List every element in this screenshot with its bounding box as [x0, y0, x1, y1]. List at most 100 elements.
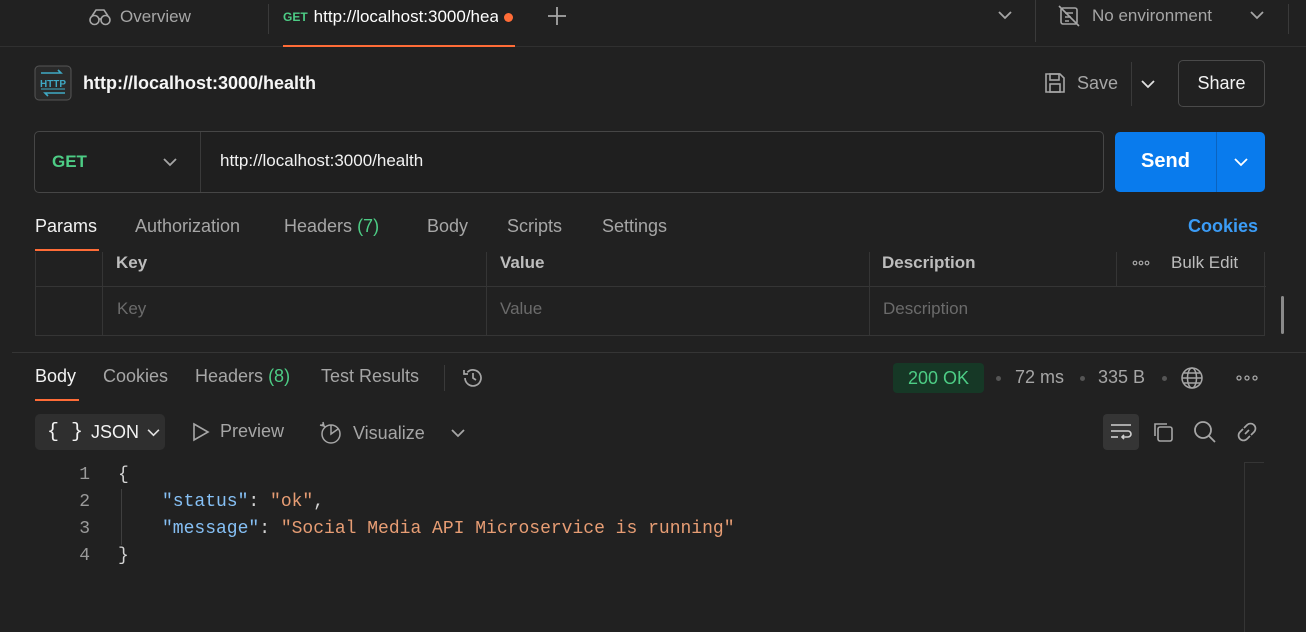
environment-label: No environment [1092, 6, 1213, 25]
response-time[interactable]: 72 ms [1015, 367, 1064, 388]
response-size[interactable]: 335 B [1098, 367, 1145, 388]
save-label: Save [1077, 72, 1119, 93]
json-key-message: "message" [162, 519, 260, 539]
json-key-status: "status" [162, 492, 249, 512]
method-chevron-down-icon [163, 157, 177, 167]
cookies-link[interactable]: Cookies [1188, 216, 1258, 237]
save-options-chevron-down-icon[interactable] [1141, 79, 1155, 89]
code-top-border [1244, 462, 1264, 463]
line-number: 4 [79, 546, 90, 566]
send-button[interactable]: Send [1115, 132, 1265, 192]
format-chevron-down-icon [147, 428, 160, 437]
json-value-status: "ok" [270, 492, 314, 512]
request-title[interactable]: http://localhost:3000/health [83, 73, 316, 94]
resp-tab-headers-label: Headers [195, 366, 264, 386]
send-label: Send [1141, 150, 1190, 172]
send-split-divider [1216, 132, 1217, 192]
preview-label: Preview [220, 421, 285, 441]
right-divider [1288, 4, 1289, 34]
tab-headers-label: Headers [284, 216, 353, 236]
format-select[interactable]: { } JSON [35, 414, 165, 450]
visualize-button[interactable]: Visualize [319, 421, 425, 445]
copy-icon[interactable] [1152, 421, 1174, 443]
json-line-status[interactable]: "status": "ok", [162, 492, 324, 512]
resp-tab-cookies[interactable]: Cookies [103, 366, 168, 387]
resp-tab-headers-count: (8) [268, 366, 291, 386]
url-bar: GET http://localhost:3000/health [34, 131, 1104, 193]
line-number: 3 [79, 519, 90, 539]
share-button[interactable]: Share [1178, 60, 1265, 107]
history-icon[interactable] [461, 366, 485, 390]
method-select[interactable]: GET [35, 132, 201, 192]
column-header-description: Description [882, 253, 976, 272]
bulk-edit-button[interactable]: Bulk Edit [1171, 253, 1238, 273]
resp-tab-test-results[interactable]: Test Results [321, 366, 419, 387]
response-more-options-icon[interactable] [1236, 375, 1258, 381]
tab-settings[interactable]: Settings [602, 216, 667, 237]
search-icon[interactable] [1193, 420, 1217, 444]
indent-guide [121, 489, 122, 545]
tabs-overflow-chevron-down-icon[interactable] [998, 10, 1012, 20]
status-badge[interactable]: 200 OK [893, 363, 984, 393]
param-description-input[interactable]: Description [883, 299, 968, 319]
new-tab-plus-icon[interactable] [547, 6, 567, 26]
visualize-label: Visualize [353, 422, 425, 443]
response-divider[interactable] [12, 352, 1306, 353]
resp-body-tab-underline [35, 399, 79, 401]
params-scrollbar[interactable] [1281, 296, 1284, 334]
tab-headers-count: (7) [357, 216, 380, 236]
tab-method: GET [283, 10, 308, 24]
save-button[interactable]: Save [1043, 71, 1118, 95]
json-colon: : [259, 519, 281, 539]
format-label: JSON [91, 421, 140, 442]
unsaved-dot-icon [503, 12, 513, 22]
visualize-chevron-down-icon[interactable] [451, 428, 465, 438]
tab-scripts[interactable]: Scripts [507, 216, 562, 237]
tab-authorization[interactable]: Authorization [135, 216, 240, 237]
svg-text:HTTP: HTTP [40, 79, 66, 90]
url-input[interactable]: http://localhost:3000/health [220, 151, 1080, 171]
resp-tab-body[interactable]: Body [35, 366, 76, 387]
json-value-message: "Social Media API Microservice is runnin… [280, 519, 735, 539]
column-header-value: Value [500, 253, 545, 272]
http-request-icon: HTTP [34, 65, 72, 101]
overview-icon [88, 7, 112, 27]
method-value: GET [52, 152, 87, 171]
resp-tab-divider [444, 365, 445, 391]
tab-headers[interactable]: Headers (7) [284, 216, 379, 237]
params-tab-underline [35, 249, 99, 251]
tab-body[interactable]: Body [427, 216, 468, 237]
link-icon[interactable] [1235, 420, 1259, 444]
wrap-lines-button[interactable] [1103, 414, 1139, 450]
json-comma: , [313, 492, 325, 512]
save-icon [1043, 71, 1067, 95]
col-divider [869, 252, 870, 336]
tab-active-request[interactable]: GET http://localhost:3000/health [271, 0, 515, 47]
json-line-message[interactable]: "message": "Social Media API Microservic… [162, 519, 735, 539]
meta-dot [996, 376, 1001, 381]
no-environment-icon [1058, 5, 1080, 27]
col-divider [486, 252, 487, 336]
environment-chevron-down-icon[interactable] [1250, 10, 1264, 20]
send-options-chevron-down-icon[interactable] [1234, 157, 1248, 167]
preview-button[interactable]: Preview [192, 421, 284, 442]
save-divider [1131, 62, 1132, 106]
tab-divider [268, 4, 269, 34]
row-divider [36, 286, 1266, 287]
environment-selector[interactable]: No environment [1058, 4, 1212, 28]
code-scrollbar-track[interactable] [1244, 462, 1245, 632]
column-header-key: Key [116, 253, 148, 272]
resp-tab-headers[interactable]: Headers (8) [195, 366, 290, 387]
param-key-input[interactable]: Key [117, 299, 146, 319]
json-close-brace: } [118, 546, 129, 566]
line-number: 2 [79, 492, 90, 512]
globe-icon[interactable] [1180, 366, 1204, 390]
param-value-input[interactable]: Value [500, 299, 542, 319]
meta-dot [1162, 376, 1167, 381]
tab-overview[interactable]: Overview [88, 6, 191, 28]
more-options-icon[interactable] [1132, 260, 1150, 266]
braces-icon: { } [47, 420, 84, 444]
col-divider [102, 252, 103, 336]
params-table: Key Value Description Bulk Edit Key Valu… [35, 252, 1266, 336]
tab-params[interactable]: Params [35, 216, 97, 237]
